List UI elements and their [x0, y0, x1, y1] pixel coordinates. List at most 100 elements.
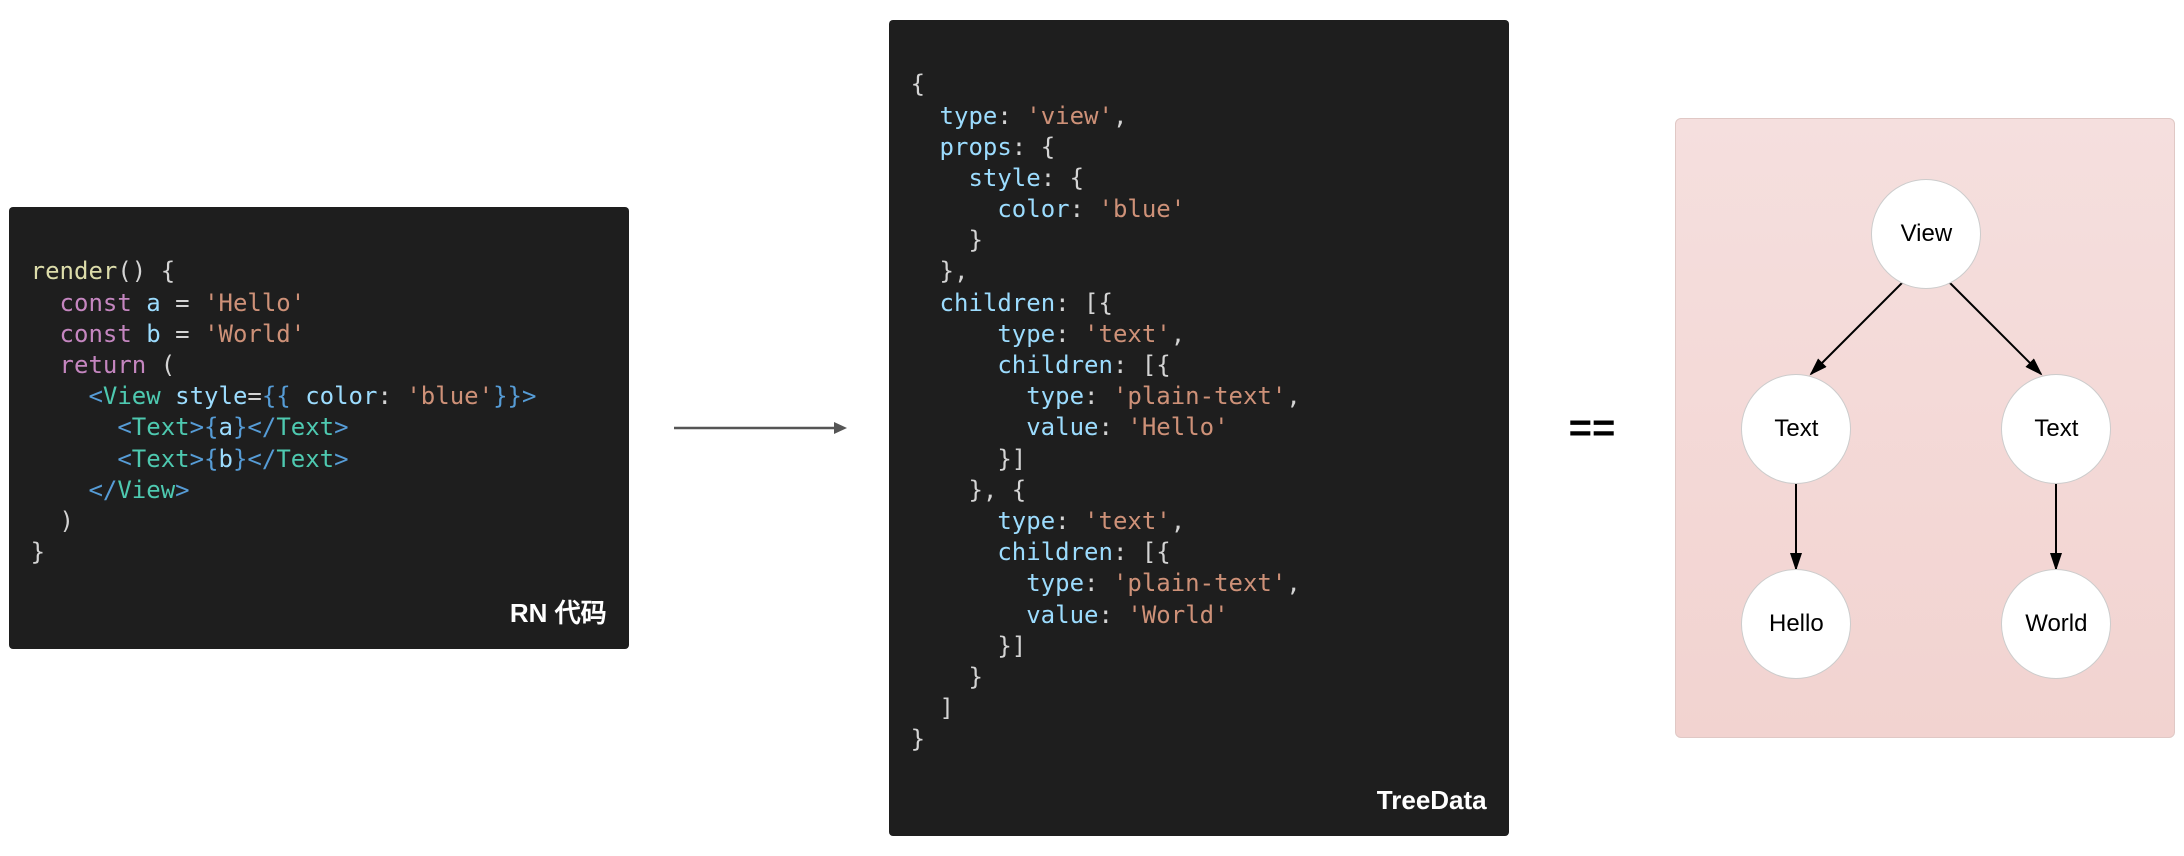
treedata-code-block: { type: 'view', props: { style: { color:…: [889, 20, 1509, 836]
code-token: }: [968, 663, 982, 691]
code-token: =: [161, 289, 204, 317]
code-token: render: [31, 257, 118, 285]
code-token: : [{: [1113, 538, 1171, 566]
code-token: b: [219, 445, 233, 473]
code-token: :: [1055, 507, 1084, 535]
tree-diagram: View Text Text Hello World: [1675, 118, 2175, 738]
code-token: children: [940, 289, 1056, 317]
code-token: =: [247, 382, 261, 410]
tree-node-hello: Hello: [1741, 569, 1851, 679]
code-token: Text: [132, 445, 190, 473]
code-token: }: [233, 413, 247, 441]
arrow-icon: [669, 413, 849, 443]
code-token: Text: [132, 413, 190, 441]
code-token: {: [204, 445, 218, 473]
code-token: : {: [1041, 164, 1084, 192]
code-token: <: [117, 413, 131, 441]
tree-node-text-1: Text: [1741, 374, 1851, 484]
code-token: children: [997, 351, 1113, 379]
code-token: :: [1098, 413, 1127, 441]
code-token: const: [60, 320, 132, 348]
code-token: 'blue': [406, 382, 493, 410]
code-token: value: [1026, 601, 1098, 629]
code-token: : [{: [1055, 289, 1113, 317]
code-token: : {: [1012, 133, 1055, 161]
tree-node-view: View: [1871, 179, 1981, 289]
code-token: <: [117, 445, 131, 473]
code-token: (: [146, 351, 175, 379]
code-token: >: [175, 476, 189, 504]
code-token: 'view': [1026, 102, 1113, 130]
code-token: value: [1026, 413, 1098, 441]
code-token: style: [968, 164, 1040, 192]
code-token: >: [522, 382, 536, 410]
code-token: }: [968, 226, 982, 254]
code-token: :: [1084, 569, 1113, 597]
code-token: {: [204, 413, 218, 441]
rn-code-label: RN 代码: [510, 597, 607, 631]
code-token: ]: [940, 694, 954, 722]
code-token: () {: [117, 257, 175, 285]
code-token: Text: [276, 413, 334, 441]
code-token: }: [233, 445, 247, 473]
equals-sign: ==: [1549, 406, 1636, 451]
code-token: </: [247, 413, 276, 441]
code-token: >: [334, 445, 348, 473]
tree-node-world: World: [2001, 569, 2111, 679]
code-token: ,: [1286, 569, 1300, 597]
code-token: 'plain-text': [1113, 569, 1286, 597]
code-token: [161, 382, 175, 410]
code-token: :: [1084, 382, 1113, 410]
code-token: >: [334, 413, 348, 441]
code-token: children: [997, 538, 1113, 566]
tree-node-text-2: Text: [2001, 374, 2111, 484]
code-token: color: [997, 195, 1069, 223]
code-token: </: [247, 445, 276, 473]
code-token: View: [103, 382, 161, 410]
code-token: type: [997, 507, 1055, 535]
code-token: :: [1070, 195, 1099, 223]
code-token: <: [88, 382, 102, 410]
code-token: ,: [1286, 382, 1300, 410]
code-token: }: [31, 538, 45, 566]
code-token: 'Hello': [204, 289, 305, 317]
code-token: : [{: [1113, 351, 1171, 379]
rn-code-block: render() { const a = 'Hello' const b = '…: [9, 207, 629, 648]
code-token: props: [940, 133, 1012, 161]
code-token: color: [305, 382, 377, 410]
code-token: 'blue': [1099, 195, 1186, 223]
diagram-container: render() { const a = 'Hello' const b = '…: [0, 0, 2184, 856]
code-token: Text: [276, 445, 334, 473]
code-token: }, {: [968, 476, 1026, 504]
code-token: ,: [1171, 320, 1185, 348]
code-token: type: [1026, 569, 1084, 597]
code-token: type: [940, 102, 998, 130]
code-token: }]: [997, 632, 1026, 660]
code-token: </: [88, 476, 117, 504]
code-token: {: [911, 70, 925, 98]
code-token: ,: [1171, 507, 1185, 535]
code-token: type: [997, 320, 1055, 348]
code-token: const: [60, 289, 132, 317]
code-token: 'plain-text': [1113, 382, 1286, 410]
code-token: :: [1098, 601, 1127, 629]
code-token: ): [60, 507, 74, 535]
code-token: 'text': [1084, 320, 1171, 348]
code-token: 'text': [1084, 507, 1171, 535]
code-token: return: [60, 351, 147, 379]
code-token: >: [190, 413, 204, 441]
code-token: {{: [262, 382, 305, 410]
code-token: View: [117, 476, 175, 504]
code-token: }]: [997, 445, 1026, 473]
code-token: :: [1055, 320, 1084, 348]
code-token: }: [911, 725, 925, 753]
code-token: >: [190, 445, 204, 473]
treedata-label: TreeData: [1377, 784, 1487, 818]
code-token: ,: [1113, 102, 1127, 130]
code-token: :: [997, 102, 1026, 130]
code-token: 'World': [1127, 601, 1228, 629]
code-token: a: [219, 413, 233, 441]
code-token: =: [161, 320, 204, 348]
code-token: 'World': [204, 320, 305, 348]
code-token: a: [146, 289, 160, 317]
